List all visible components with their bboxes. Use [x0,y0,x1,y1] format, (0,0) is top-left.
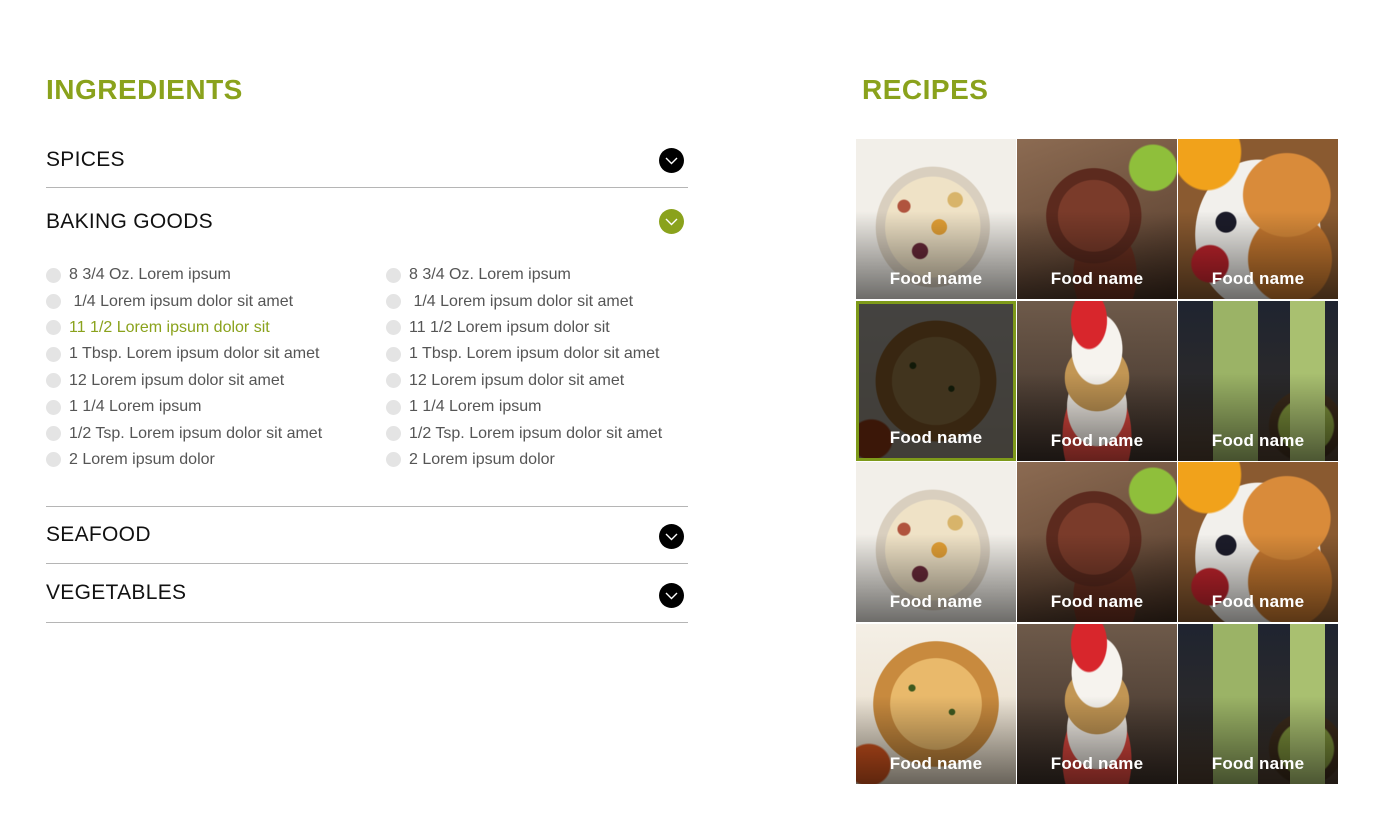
ingredient-item[interactable]: 8 3/4 Oz. Lorem ipsum [46,262,322,288]
circle-checkbox-icon[interactable] [46,426,61,442]
ingredient-item[interactable]: 1 1/4 Lorem ipsum [386,394,662,420]
recipe-name: Food name [889,427,983,447]
recipe-name: Food name [1050,592,1144,612]
recipe-name: Food name [1050,430,1144,450]
recipe-name: Food name [889,592,983,612]
ingredient-item[interactable]: 2 Lorem ipsum dolor [386,447,662,473]
recipe-name: Food name [1050,753,1144,773]
circle-checkbox-icon[interactable] [386,320,401,336]
recipe-tile[interactable]: Food name [1017,623,1177,784]
recipe-tile[interactable]: Food name [1178,139,1338,299]
ingredient-list-left: 8 3/4 Oz. Lorem ipsum 1/4 Lorem ipsum do… [46,262,322,473]
ingredients-title: INGREDIENTS [46,74,243,105]
recipe-tile[interactable]: Food name [1178,623,1338,784]
accordion-label-baking-goods: BAKING GOODS [46,210,213,233]
ingredient-list-right: 8 3/4 Oz. Lorem ipsum 1/4 Lorem ipsum do… [386,262,662,473]
chevron-down-icon[interactable] [659,148,684,173]
recipe-name: Food name [1211,430,1305,450]
ingredient-item[interactable]: 11 1/2 Lorem ipsum dolor sit [386,315,662,341]
accordion-label-vegetables: VEGETABLES [46,581,187,604]
circle-checkbox-icon[interactable] [46,452,61,468]
ingredient-item[interactable]: 2 Lorem ipsum dolor [46,447,322,473]
recipe-name: Food name [1211,269,1305,288]
recipe-name: Food name [889,269,983,288]
circle-checkbox-icon[interactable] [46,346,61,362]
recipe-tile[interactable]: Food name [1017,139,1177,299]
recipe-tile[interactable]: Food name [856,623,1016,784]
recipe-tile[interactable]: Food name [856,139,1016,299]
recipe-name: Food name [1211,753,1305,773]
divider [46,563,688,564]
accordion-label-spices: SPICES [46,148,125,171]
recipe-name: Food name [1211,592,1305,612]
circle-checkbox-icon[interactable] [46,294,61,310]
circle-checkbox-icon[interactable] [386,399,401,415]
accordion-vegetables[interactable]: VEGETABLES [46,580,688,608]
ingredient-item[interactable]: 1/2 Tsp. Lorem ipsum dolor sit amet [46,420,322,446]
divider [46,506,688,507]
chevron-down-icon[interactable] [659,524,684,549]
ingredient-item-highlighted[interactable]: 11 1/2 Lorem ipsum dolor sit [46,315,322,341]
circle-checkbox-icon[interactable] [386,452,401,468]
divider [46,187,688,188]
recipe-tile-selected[interactable]: Food name [856,300,1016,461]
circle-checkbox-icon[interactable] [46,320,61,336]
circle-checkbox-icon[interactable] [386,346,401,362]
circle-checkbox-icon[interactable] [46,373,61,389]
recipe-tile[interactable]: Food name [1017,462,1177,623]
circle-checkbox-icon[interactable] [46,399,61,415]
chevron-down-icon[interactable] [659,209,684,234]
recipe-tile[interactable]: Food name [1178,462,1338,623]
recipe-tile[interactable]: Food name [856,462,1016,623]
accordion-spices[interactable]: SPICES [46,147,688,175]
circle-checkbox-icon[interactable] [386,267,401,283]
ingredient-item[interactable]: 12 Lorem ipsum dolor sit amet [386,368,662,394]
ingredient-item[interactable]: 1 Tbsp. Lorem ipsum dolor sit amet [46,341,322,367]
circle-checkbox-icon[interactable] [386,294,401,310]
divider [46,622,688,623]
chevron-down-icon[interactable] [659,583,684,608]
recipe-tile[interactable]: Food name [1017,300,1177,461]
ingredient-item[interactable]: 1/4 Lorem ipsum dolor sit amet [386,288,662,314]
ingredient-item[interactable]: 12 Lorem ipsum dolor sit amet [46,368,322,394]
circle-checkbox-icon[interactable] [386,373,401,389]
recipes-grid: Food name Food name Food name Food name … [856,139,1338,784]
recipes-title: RECIPES [862,74,989,105]
recipe-tile[interactable]: Food name [1178,300,1338,461]
ingredient-item[interactable]: 1 Tbsp. Lorem ipsum dolor sit amet [386,341,662,367]
accordion-seafood[interactable]: SEAFOOD [46,522,688,550]
recipe-name: Food name [1050,269,1144,288]
accordion-baking-goods[interactable]: BAKING GOODS [46,209,688,237]
ingredient-item[interactable]: 1/2 Tsp. Lorem ipsum dolor sit amet [386,420,662,446]
ingredient-item[interactable]: 8 3/4 Oz. Lorem ipsum [386,262,662,288]
ingredient-item[interactable]: 1/4 Lorem ipsum dolor sit amet [46,288,322,314]
circle-checkbox-icon[interactable] [46,267,61,283]
accordion-label-seafood: SEAFOOD [46,523,151,546]
ingredient-item[interactable]: 1 1/4 Lorem ipsum [46,394,322,420]
recipe-name: Food name [889,753,983,773]
circle-checkbox-icon[interactable] [386,426,401,442]
